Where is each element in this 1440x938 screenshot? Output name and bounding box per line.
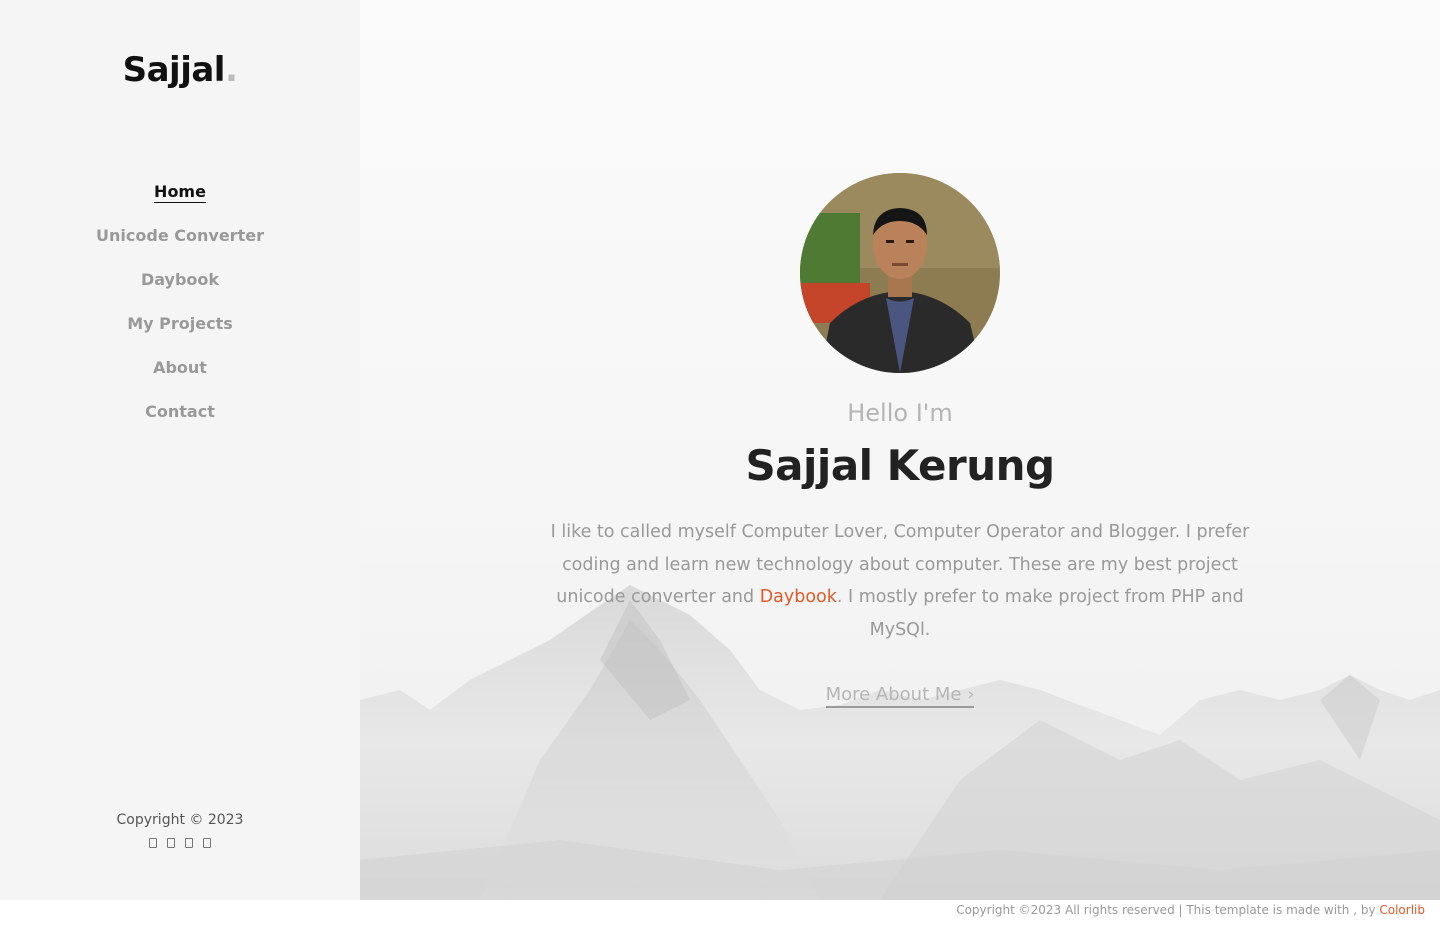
site-logo[interactable]: Sajjal. xyxy=(0,50,360,90)
profile-photo xyxy=(800,173,1000,373)
twitter-icon[interactable] xyxy=(167,838,175,848)
hero-content: Hello I'm Sajjal Kerung I like to called… xyxy=(360,173,1440,708)
nav-link-unicode-converter[interactable]: Unicode Converter xyxy=(96,226,264,246)
nav-link-contact[interactable]: Contact xyxy=(145,402,215,422)
sidebar: Sajjal. Home Unicode Converter Daybook M… xyxy=(0,0,360,900)
social-links xyxy=(0,838,360,848)
instagram-icon[interactable] xyxy=(185,838,193,848)
nav-item-home: Home xyxy=(0,182,360,226)
profile-avatar xyxy=(800,173,1000,373)
nav-link-daybook[interactable]: Daybook xyxy=(141,270,219,290)
logo-text: Sajjal xyxy=(122,50,226,90)
facebook-icon[interactable] xyxy=(149,838,157,848)
nav-item-unicode-converter: Unicode Converter xyxy=(0,226,360,270)
nav-link-about[interactable]: About xyxy=(153,358,207,378)
sidebar-copyright: Copyright © 2023 xyxy=(116,812,244,828)
logo-dot: . xyxy=(224,50,238,90)
nav-item-daybook: Daybook xyxy=(0,270,360,314)
nav-item-my-projects: My Projects xyxy=(0,314,360,358)
colorlib-link[interactable]: Colorlib xyxy=(1379,903,1425,917)
main-nav: Home Unicode Converter Daybook My Projec… xyxy=(0,182,360,446)
linkedin-icon[interactable] xyxy=(203,838,211,848)
nav-link-home[interactable]: Home xyxy=(154,182,206,203)
more-about-me-label: More About Me xyxy=(825,684,962,705)
hero-bio: I like to called myself Computer Lover, … xyxy=(550,516,1250,646)
nav-item-about: About xyxy=(0,358,360,402)
footer-copyright-text: Copyright ©2023 All rights reserved | Th… xyxy=(956,903,1380,917)
page-footer: Copyright ©2023 All rights reserved | Th… xyxy=(0,900,1440,938)
hero-name: Sajjal Kerung xyxy=(745,441,1055,490)
arrow-right-icon: › xyxy=(967,684,975,705)
greeting-text: Hello I'm xyxy=(847,399,953,427)
more-about-me-button[interactable]: More About Me › xyxy=(825,684,975,708)
hero-section: Hello I'm Sajjal Kerung I like to called… xyxy=(360,0,1440,900)
nav-item-contact: Contact xyxy=(0,402,360,446)
daybook-link[interactable]: Daybook xyxy=(760,587,837,607)
bio-text-end: . I mostly prefer to make project from P… xyxy=(836,587,1244,640)
sidebar-footer: Copyright © 2023 xyxy=(0,812,360,848)
nav-link-my-projects[interactable]: My Projects xyxy=(127,314,233,334)
footer-copyright: Copyright ©2023 All rights reserved | Th… xyxy=(956,903,1425,917)
